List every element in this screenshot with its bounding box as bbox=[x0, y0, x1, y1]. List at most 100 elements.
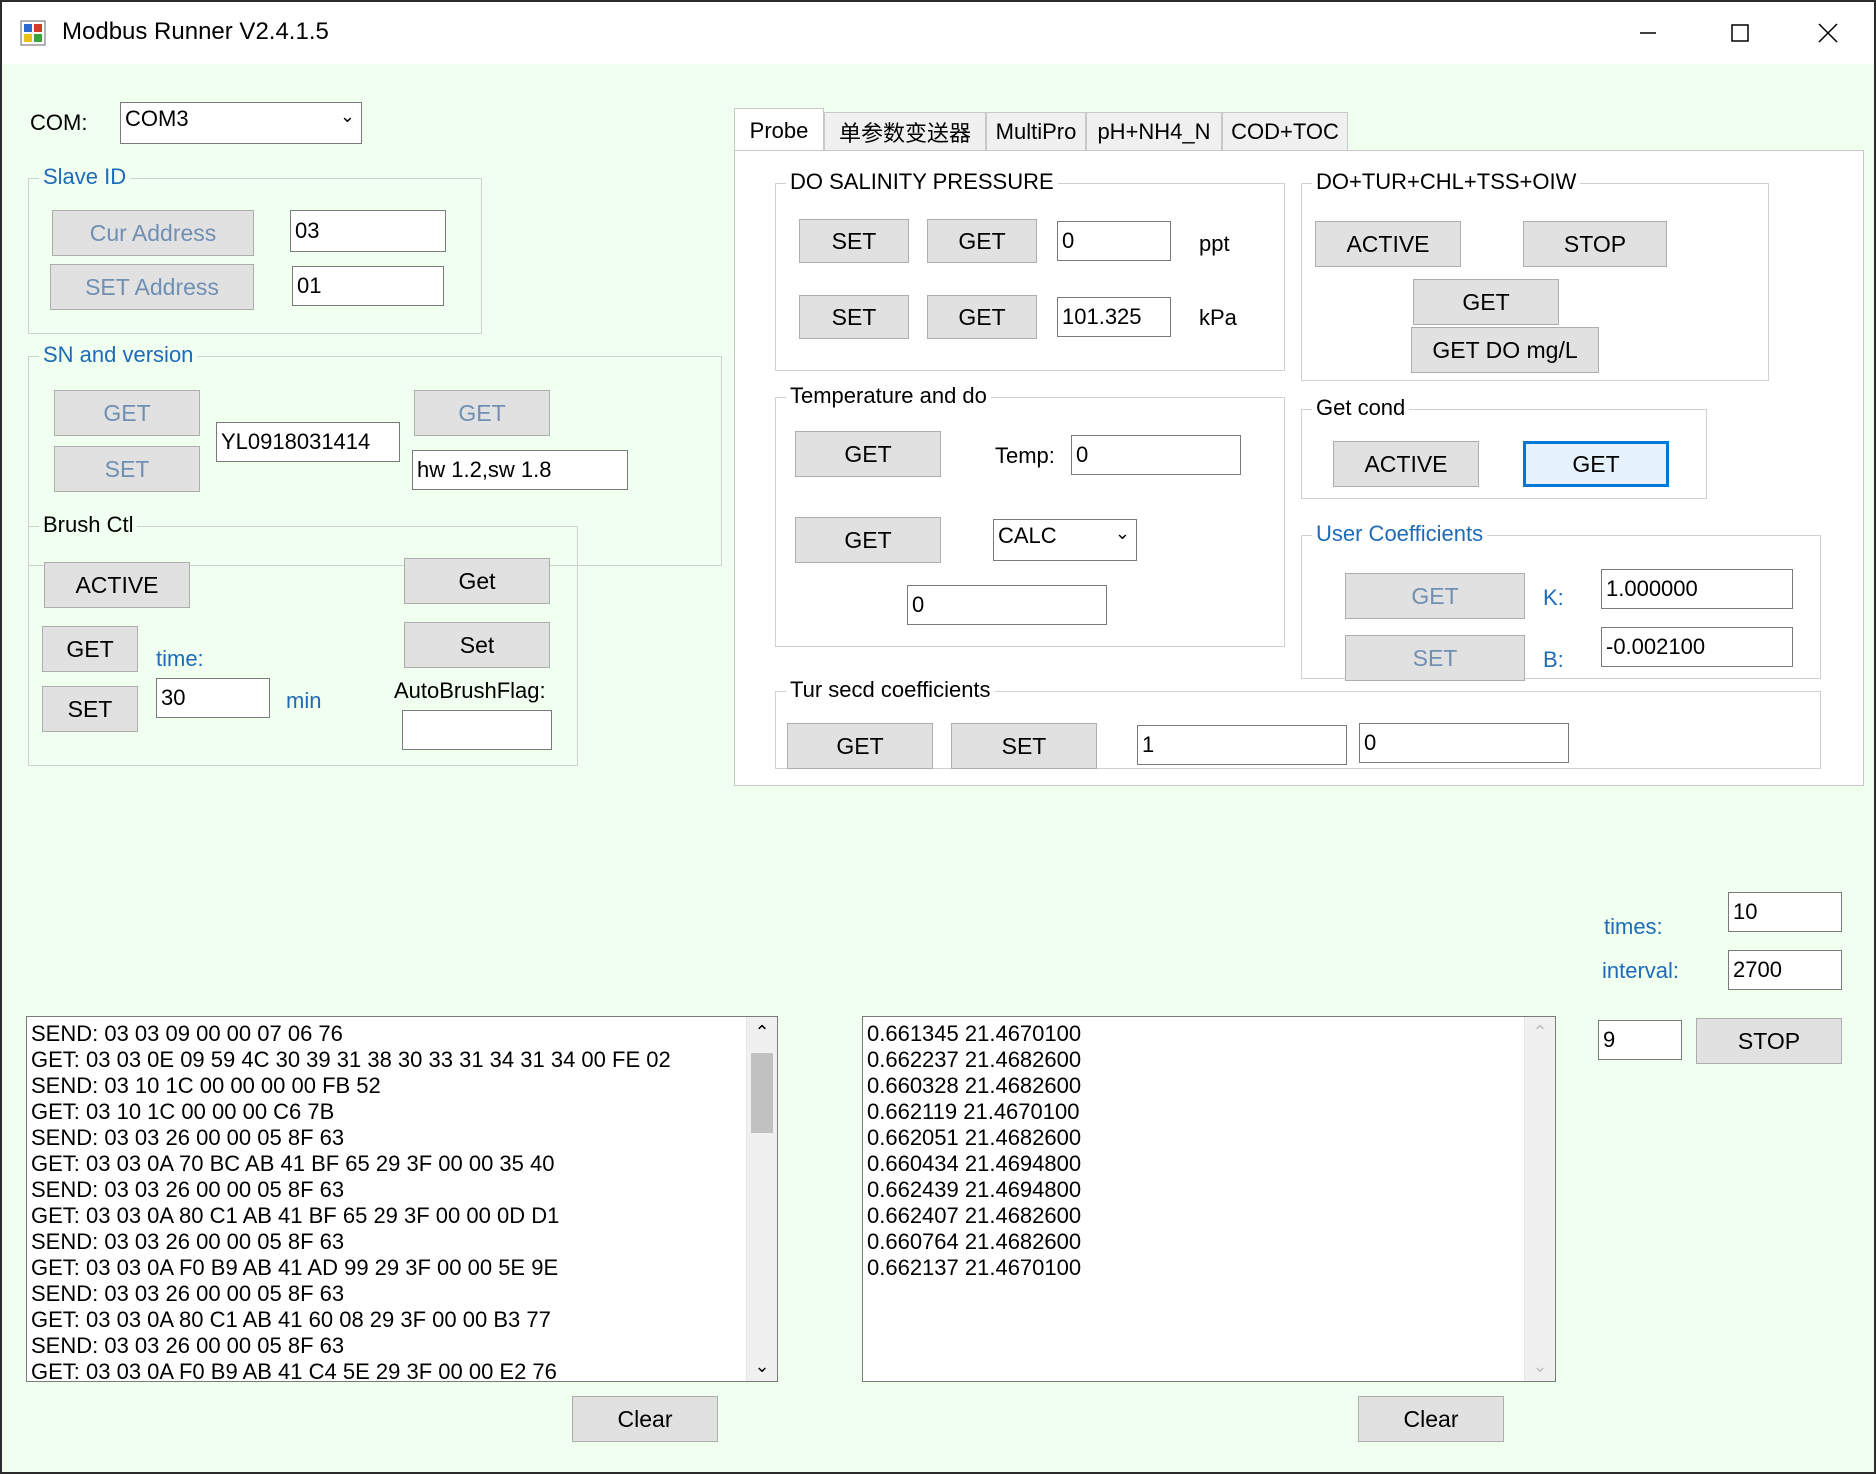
close-icon bbox=[1818, 23, 1838, 43]
tab-ph-nh4[interactable]: pH+NH4_N bbox=[1086, 112, 1222, 152]
get-sn-button[interactable]: GET bbox=[54, 390, 200, 436]
minimize-icon bbox=[1640, 32, 1656, 34]
com-select[interactable]: COM3 ⌄ bbox=[120, 102, 362, 144]
tur-coeff2-field[interactable]: 0 bbox=[1359, 723, 1569, 763]
chevron-down-icon: ⌄ bbox=[339, 106, 355, 126]
get-version-button[interactable]: GET bbox=[414, 390, 550, 436]
loop-count-field[interactable]: 9 bbox=[1598, 1020, 1682, 1060]
log-lines: SEND: 03 03 09 00 00 07 06 76 GET: 03 03 … bbox=[27, 1017, 777, 1381]
loop-stop-button[interactable]: STOP bbox=[1696, 1018, 1842, 1064]
coeff-set-button[interactable]: SET bbox=[1345, 635, 1525, 681]
set-address-button[interactable]: SET Address bbox=[50, 264, 254, 310]
tab-multipro[interactable]: MultiPro bbox=[986, 112, 1086, 152]
get-do-mgl-button[interactable]: GET DO mg/L bbox=[1411, 327, 1599, 373]
pressure-set-button[interactable]: SET bbox=[799, 295, 909, 339]
version-field[interactable]: hw 1.2,sw 1.8 bbox=[412, 450, 628, 490]
do-mode-select[interactable]: CALC ⌄ bbox=[993, 519, 1137, 561]
salinity-field[interactable]: 0 bbox=[1057, 221, 1171, 261]
temp-get-button[interactable]: GET bbox=[795, 431, 941, 477]
tab-cod-toc[interactable]: COD+TOC bbox=[1222, 112, 1348, 152]
salinity-set-button[interactable]: SET bbox=[799, 219, 909, 263]
minimize-button[interactable] bbox=[1602, 2, 1694, 64]
salinity-unit: ppt bbox=[1199, 231, 1230, 256]
coeff-get-button[interactable]: GET bbox=[1345, 573, 1525, 619]
log-line: SEND: 03 03 26 00 00 05 8F 63 bbox=[31, 1333, 345, 1358]
do-get-button[interactable]: GET bbox=[795, 517, 941, 563]
value-lines: 0.661345 21.4670100 0.662237 21.4682600 0.… bbox=[863, 1017, 1555, 1281]
close-button[interactable] bbox=[1782, 2, 1874, 64]
autobrush-set-button[interactable]: Set bbox=[404, 622, 550, 668]
log-left-scrollbar[interactable]: ⌃ ⌄ bbox=[746, 1017, 777, 1381]
slave-id-group: Slave ID bbox=[28, 164, 482, 334]
value-line: 0.661345 21.4670100 bbox=[867, 1021, 1082, 1046]
cond-active-button[interactable]: ACTIVE bbox=[1333, 441, 1479, 487]
temp-label: Temp: bbox=[995, 443, 1055, 468]
scroll-up-icon[interactable]: ⌃ bbox=[1525, 1017, 1555, 1047]
pressure-get-button[interactable]: GET bbox=[927, 295, 1037, 339]
values-log[interactable]: 0.661345 21.4670100 0.662237 21.4682600 0.… bbox=[862, 1016, 1556, 1382]
pressure-field[interactable]: 101.325 bbox=[1057, 297, 1171, 337]
value-line: 0.662137 21.4670100 bbox=[867, 1255, 1082, 1280]
cur-address-field[interactable]: 03 bbox=[290, 210, 446, 252]
tur-coeff1-field[interactable]: 1 bbox=[1137, 725, 1347, 765]
do-salinity-group: DO SALINITY PRESSURE bbox=[775, 169, 1285, 371]
log-line: GET: 03 03 0A 80 C1 AB 41 60 08 29 3F 00… bbox=[31, 1307, 551, 1332]
brush-active-button[interactable]: ACTIVE bbox=[44, 562, 190, 608]
value-line: 0.662119 21.4670100 bbox=[867, 1099, 1080, 1124]
do-tur-get-button[interactable]: GET bbox=[1413, 279, 1559, 325]
salinity-get-button[interactable]: GET bbox=[927, 219, 1037, 263]
interval-field[interactable]: 2700 bbox=[1728, 950, 1842, 990]
b-label: B: bbox=[1543, 647, 1564, 672]
set-sn-button[interactable]: SET bbox=[54, 446, 200, 492]
brush-get-button[interactable]: GET bbox=[42, 626, 138, 672]
tab-single-param[interactable]: 单参数变送器 bbox=[824, 112, 986, 152]
do-tur-title: DO+TUR+CHL+TSS+OIW bbox=[1312, 169, 1581, 195]
k-label: K: bbox=[1543, 585, 1564, 610]
cond-get-button[interactable]: GET bbox=[1523, 441, 1669, 487]
cur-address-button[interactable]: Cur Address bbox=[52, 210, 254, 256]
scroll-down-icon[interactable]: ⌄ bbox=[747, 1351, 777, 1381]
scroll-down-icon[interactable]: ⌄ bbox=[1525, 1351, 1555, 1381]
send-receive-log[interactable]: SEND: 03 03 09 00 00 07 06 76 GET: 03 03 … bbox=[26, 1016, 778, 1382]
brush-set-button[interactable]: SET bbox=[42, 686, 138, 732]
times-label-visible: times: bbox=[1604, 914, 1663, 939]
sn-version-title: SN and version bbox=[39, 342, 198, 368]
temp-do-title: Temperature and do bbox=[786, 383, 991, 409]
value-line: 0.660434 21.4694800 bbox=[867, 1151, 1082, 1176]
time-field[interactable]: 30 bbox=[156, 678, 270, 718]
tur-get-button[interactable]: GET bbox=[787, 723, 933, 769]
log-line: SEND: 03 03 26 00 00 05 8F 63 bbox=[31, 1281, 345, 1306]
min-label: min bbox=[286, 688, 322, 713]
autobrush-get-button[interactable]: Get bbox=[404, 558, 550, 604]
value-line: 0.662237 21.4682600 bbox=[867, 1047, 1082, 1072]
sn-field[interactable]: YL0918031414 bbox=[216, 422, 400, 462]
value-line: 0.662407 21.4682600 bbox=[867, 1203, 1082, 1228]
clear-right-button[interactable]: Clear bbox=[1358, 1396, 1504, 1442]
b-field[interactable]: -0.002100 bbox=[1601, 627, 1793, 667]
temp-field[interactable]: 0 bbox=[1071, 435, 1241, 475]
log-line: GET: 03 03 0A 70 BC AB 41 BF 65 29 3F 00… bbox=[31, 1151, 555, 1176]
pressure-unit: kPa bbox=[1199, 305, 1237, 330]
tur-set-button[interactable]: SET bbox=[951, 723, 1097, 769]
log-line: SEND: 03 03 09 00 00 07 06 76 bbox=[31, 1021, 343, 1046]
interval-label: interval: bbox=[1602, 958, 1680, 983]
chevron-down-icon: ⌄ bbox=[1114, 523, 1130, 543]
tur-secd-title: Tur secd coefficients bbox=[786, 677, 995, 703]
do-tur-active-button[interactable]: ACTIVE bbox=[1315, 221, 1461, 267]
do-mode-value: CALC bbox=[998, 523, 1057, 548]
set-address-field[interactable]: 01 bbox=[292, 266, 444, 306]
times-field[interactable]: 10 bbox=[1728, 892, 1842, 932]
maximize-button[interactable] bbox=[1694, 2, 1786, 64]
do-tur-stop-button[interactable]: STOP bbox=[1523, 221, 1667, 267]
scroll-thumb[interactable] bbox=[751, 1053, 773, 1133]
log-right-scrollbar[interactable]: ⌃ ⌄ bbox=[1524, 1017, 1555, 1381]
tab-probe[interactable]: Probe bbox=[734, 108, 824, 152]
log-line: SEND: 03 03 26 00 00 05 8F 63 bbox=[31, 1125, 345, 1150]
do-value-field[interactable]: 0 bbox=[907, 585, 1107, 625]
k-field[interactable]: 1.000000 bbox=[1601, 569, 1793, 609]
log-line: GET: 03 03 0A F0 B9 AB 41 AD 99 29 3F 00… bbox=[31, 1255, 559, 1280]
probe-tab-page: DO SALINITY PRESSURE SET GET 0 ppt SET G… bbox=[734, 150, 1864, 786]
scroll-up-icon[interactable]: ⌃ bbox=[747, 1017, 777, 1047]
clear-left-button[interactable]: Clear bbox=[572, 1396, 718, 1442]
autobrush-flag-field[interactable] bbox=[402, 710, 552, 750]
